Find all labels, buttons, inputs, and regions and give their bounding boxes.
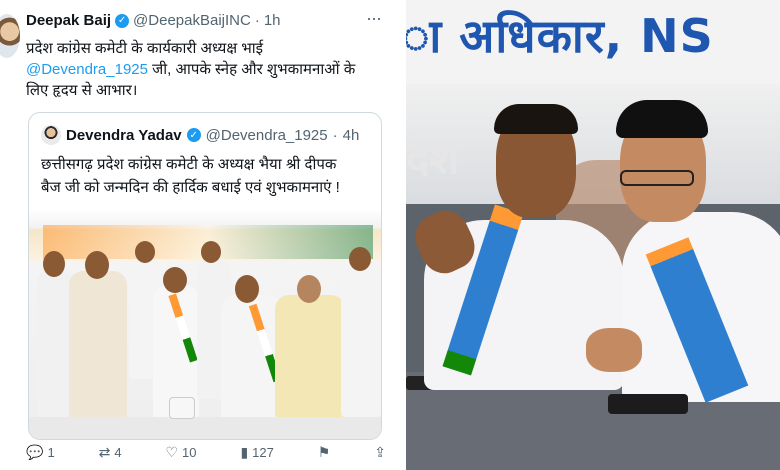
tweet-text: प्रदेश कांग्रेस कमेटी के कार्यकारी अध्यक… bbox=[26, 38, 376, 101]
quote-author-avatar bbox=[41, 125, 61, 145]
man-right-hair bbox=[616, 100, 708, 138]
retweet-icon: ⇄ bbox=[98, 444, 111, 460]
quote-text-line1: छत्तीसगढ़ प्रदेश कांग्रेस कमेटी के अध्यक… bbox=[41, 156, 337, 173]
share-button[interactable]: ⇪ bbox=[374, 444, 386, 461]
tweet-text-line2: @Devendra_1925 जी, आपके स्नेह और शुभकामन… bbox=[26, 59, 376, 80]
person-figure bbox=[341, 267, 381, 417]
quote-header: Devendra Yadav ✓ @Devendra_1925 · 4h bbox=[41, 125, 359, 145]
table bbox=[29, 417, 381, 439]
quote-separator: · bbox=[332, 126, 338, 144]
views-button[interactable]: ▮ 127 bbox=[240, 444, 273, 461]
like-button[interactable]: ♡ 10 bbox=[165, 444, 196, 461]
quote-time: 4h bbox=[342, 126, 360, 144]
person-head bbox=[135, 241, 155, 263]
like-count: 10 bbox=[182, 445, 197, 460]
tweet-time[interactable]: 1h bbox=[264, 12, 281, 29]
tweet-text-line2-rest: जी, आपके स्नेह और शुभकामनाओं के bbox=[147, 61, 356, 78]
man-right-hand bbox=[586, 328, 642, 372]
quote-author-handle: @Devendra_1925 bbox=[205, 126, 328, 144]
panel-divider bbox=[398, 0, 406, 470]
retweet-button[interactable]: ⇄ 4 bbox=[99, 444, 122, 461]
reply-count: 1 bbox=[47, 445, 55, 460]
quote-text-line2: बैज जी को जन्मदिन की हार्दिक बधाई एवं शु… bbox=[41, 179, 340, 196]
mention-link[interactable]: @Devendra_1925 bbox=[26, 61, 148, 78]
tweet-actions: 💬 1 ⇄ 4 ♡ 10 ▮ 127 ⚑ ⇪ bbox=[26, 444, 386, 461]
tweet-text-line3: लिए हृदय से आभार। bbox=[26, 82, 138, 99]
author-avatar[interactable] bbox=[0, 14, 20, 58]
person-head bbox=[235, 275, 259, 303]
views-count: 127 bbox=[252, 445, 274, 460]
event-photo: ा अधिकार, NS देश bbox=[406, 0, 780, 470]
man-left-hair bbox=[494, 104, 578, 134]
cake bbox=[169, 397, 195, 419]
quote-text: छत्तीसगढ़ प्रदेश कांग्रेस कमेटी के अध्यक… bbox=[41, 153, 381, 199]
person-figure bbox=[275, 295, 345, 419]
quote-photo[interactable] bbox=[29, 209, 381, 439]
author-handle[interactable]: @DeepakBaijINC bbox=[133, 12, 251, 29]
bookmark-icon: ⚑ bbox=[317, 444, 331, 460]
banner-text: ा अधिकार, NS bbox=[406, 9, 714, 63]
tweet-header: Deepak Baij ✓ @DeepakBaijINC · 1h bbox=[26, 12, 281, 29]
person-figure bbox=[69, 271, 127, 421]
views-chart-icon: ▮ bbox=[240, 444, 249, 460]
man-right-glasses bbox=[620, 170, 694, 186]
quote-author-name: Devendra Yadav bbox=[66, 126, 182, 144]
retweet-count: 4 bbox=[114, 445, 122, 460]
person-head bbox=[163, 267, 187, 293]
heart-icon: ♡ bbox=[165, 444, 179, 460]
person-head bbox=[85, 251, 109, 279]
more-options-icon[interactable]: ··· bbox=[366, 8, 382, 29]
reply-button[interactable]: 💬 1 bbox=[26, 444, 55, 461]
person-figure bbox=[37, 269, 73, 419]
backdrop-banner: ा अधिकार, NS bbox=[406, 0, 780, 84]
person-head bbox=[297, 275, 321, 303]
reply-icon: 💬 bbox=[26, 444, 44, 460]
share-icon: ⇪ bbox=[374, 444, 386, 460]
header-separator: · bbox=[254, 12, 260, 29]
verified-badge-icon: ✓ bbox=[186, 128, 201, 142]
person-head bbox=[43, 251, 65, 277]
tweet-text-line1: प्रदेश कांग्रेस कमेटी के कार्यकारी अध्यक… bbox=[26, 40, 264, 57]
author-name[interactable]: Deepak Baij bbox=[26, 12, 111, 29]
person-head bbox=[201, 241, 221, 263]
person-head bbox=[349, 247, 371, 271]
quoted-tweet[interactable]: Devendra Yadav ✓ @Devendra_1925 · 4h छत्… bbox=[28, 112, 382, 440]
tweet-card: Deepak Baij ✓ @DeepakBaijINC · 1h ··· प्… bbox=[0, 0, 398, 470]
mobile-phone bbox=[608, 394, 688, 414]
verified-badge-icon: ✓ bbox=[115, 13, 130, 28]
backdrop-text: देश bbox=[406, 133, 460, 184]
bookmark-button[interactable]: ⚑ bbox=[318, 444, 331, 461]
